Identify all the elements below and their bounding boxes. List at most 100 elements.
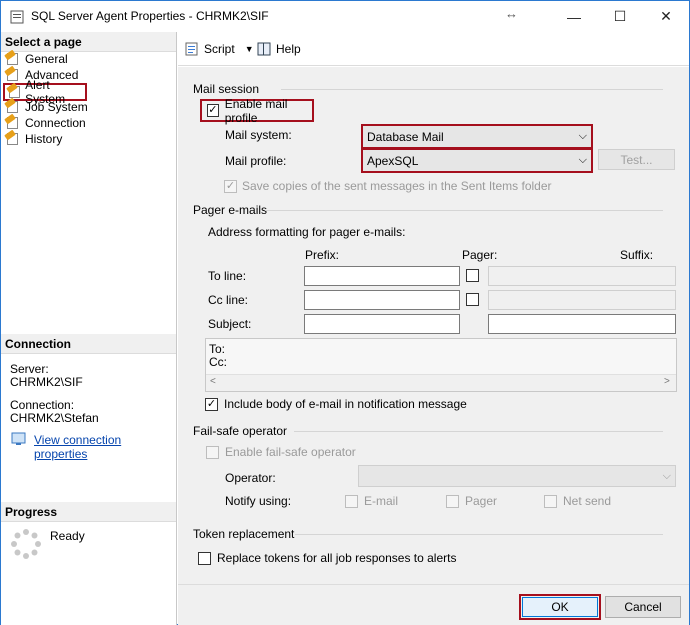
page-item-label: Job System <box>25 100 88 114</box>
page-wrench-icon <box>6 82 21 99</box>
help-book-icon <box>257 42 271 56</box>
script-label: Script <box>204 42 235 56</box>
mail-system-dropdown[interactable]: Database Mail ⌵ <box>363 126 591 147</box>
script-icon <box>185 42 198 56</box>
title-bar: SQL Server Agent Properties - CHRMK2\SIF… <box>1 1 689 32</box>
close-button[interactable]: ✕ <box>643 1 689 32</box>
connection-value: CHRMK2\Stefan <box>10 411 99 425</box>
dialog-button-bar: OK Cancel <box>178 584 689 625</box>
window-title: SQL Server Agent Properties - CHRMK2\SIF <box>31 9 269 23</box>
subject-suffix-input[interactable] <box>488 314 676 334</box>
mail-profile-label: Mail profile: <box>225 154 287 168</box>
enable-mail-profile-label: Enable mail profile <box>224 96 288 125</box>
help-label: Help <box>276 42 301 56</box>
to-line-pager-checkbox[interactable] <box>466 269 479 282</box>
to-line-prefix-input[interactable] <box>304 266 460 286</box>
failsafe-divider <box>294 431 663 432</box>
resize-arrows-icon: ↔ <box>505 6 518 21</box>
preview-horizontal-scrollbar[interactable]: < > <box>206 374 676 391</box>
to-line-suffix-input[interactable] <box>488 266 676 286</box>
scroll-left-icon[interactable]: < <box>210 376 216 387</box>
mail-profile-highlight: ApexSQL ⌵ <box>361 148 593 173</box>
progress-header: Progress <box>1 502 176 522</box>
mail-session-divider <box>281 89 663 90</box>
server-value: CHRMK2\SIF <box>10 375 83 389</box>
subject-prefix-input[interactable] <box>304 314 460 334</box>
left-pane: Select a page General Advanced Alert Sys… <box>1 32 177 625</box>
page-wrench-icon <box>4 113 21 130</box>
progress-status: Ready <box>50 529 85 543</box>
page-item-history[interactable]: History <box>4 129 63 147</box>
notify-email-label: E-mail <box>364 494 399 508</box>
cc-line-pager-checkbox[interactable] <box>466 293 479 306</box>
enable-failsafe-label: Enable fail-safe operator <box>225 445 356 459</box>
minimize-button[interactable]: — <box>551 1 597 32</box>
replace-tokens-check <box>198 551 211 565</box>
scroll-right-icon[interactable]: > <box>664 376 670 387</box>
chevron-down-icon: ⌵ <box>662 469 671 482</box>
failsafe-group-label: Fail-safe operator <box>193 424 288 438</box>
operator-dropdown[interactable]: ⌵ <box>358 465 676 487</box>
mail-profile-value: ApexSQL <box>367 153 419 168</box>
chevron-down-icon: ⌵ <box>578 130 587 142</box>
connection-header: Connection <box>1 334 176 354</box>
preview-cc-label: Cc: <box>209 355 227 369</box>
page-item-label: General <box>25 52 68 66</box>
cc-line-suffix-input[interactable] <box>488 290 676 310</box>
progress-spinner-icon <box>11 529 41 559</box>
script-button[interactable]: Script ▼ <box>184 41 254 57</box>
enable-failsafe-check <box>206 445 219 459</box>
notify-netsend-label: Net send <box>563 494 612 508</box>
ok-button[interactable]: OK <box>522 597 598 617</box>
select-page-header: Select a page <box>1 32 176 52</box>
notify-using-label: Notify using: <box>225 494 292 508</box>
mail-system-label: Mail system: <box>225 128 292 142</box>
page-wrench-icon <box>4 129 21 146</box>
mail-system-value: Database Mail <box>367 129 444 144</box>
ok-button-highlight: OK <box>519 594 601 620</box>
save-copies-checkbox[interactable]: ✓ Save copies of the sent messages in th… <box>224 179 552 193</box>
token-replacement-group-label: Token replacement <box>193 527 295 541</box>
notify-email-checkbox[interactable]: E-mail <box>345 494 398 508</box>
notify-pager-checkbox[interactable]: Pager <box>446 494 497 508</box>
to-line-label: To line: <box>208 269 247 283</box>
notify-pager-label: Pager <box>465 494 498 508</box>
include-body-check: ✓ <box>205 397 218 411</box>
page-item-connection[interactable]: Connection <box>4 113 86 131</box>
alert-system-panel: Mail session ✓ Enable mail profile Mail … <box>178 67 689 584</box>
page-wrench-icon <box>4 65 21 82</box>
chevron-down-icon: ⌵ <box>578 154 587 166</box>
server-label: Server: <box>10 362 49 376</box>
cancel-button[interactable]: Cancel <box>605 596 681 618</box>
page-wrench-icon <box>4 49 21 66</box>
suffix-header: Suffix: <box>620 248 654 262</box>
test-button[interactable]: Test... <box>598 149 675 170</box>
token-divider <box>295 534 663 535</box>
notify-netsend-checkbox[interactable]: Net send <box>544 494 611 508</box>
mail-profile-dropdown[interactable]: ApexSQL ⌵ <box>363 150 591 171</box>
replace-tokens-checkbox[interactable]: Replace tokens for all job responses to … <box>198 551 456 565</box>
include-body-checkbox[interactable]: ✓ Include body of e-mail in notification… <box>205 397 467 411</box>
pager-preview-box: To: Cc: < > <box>205 338 677 392</box>
view-connection-properties-link[interactable]: View connection properties <box>34 433 176 461</box>
enable-failsafe-checkbox[interactable]: Enable fail-safe operator <box>206 445 356 459</box>
enable-mail-profile-checkbox[interactable]: ✓ Enable mail profile <box>200 96 314 125</box>
prefix-header: Prefix: <box>305 248 340 262</box>
help-button[interactable]: Help <box>256 41 301 57</box>
notify-email-check <box>345 494 358 508</box>
mail-session-group-label: Mail session <box>193 82 260 96</box>
page-item-general[interactable]: General <box>4 49 68 67</box>
maximize-button[interactable]: ☐ <box>597 1 643 32</box>
save-copies-check: ✓ <box>224 179 237 193</box>
cc-line-prefix-input[interactable] <box>304 290 460 310</box>
page-wrench-icon <box>4 97 21 114</box>
window-app-icon <box>10 10 24 24</box>
enable-mail-profile-check: ✓ <box>207 104 219 117</box>
subject-label: Subject: <box>208 317 252 331</box>
pager-emails-group-label: Pager e-mails <box>193 203 268 217</box>
page-item-label: History <box>25 132 63 146</box>
script-dropdown-chevron-icon: ▼ <box>244 44 254 54</box>
connection-properties-icon <box>11 432 26 445</box>
page-item-job-system[interactable]: Job System <box>4 97 88 115</box>
notify-pager-check <box>446 494 459 508</box>
